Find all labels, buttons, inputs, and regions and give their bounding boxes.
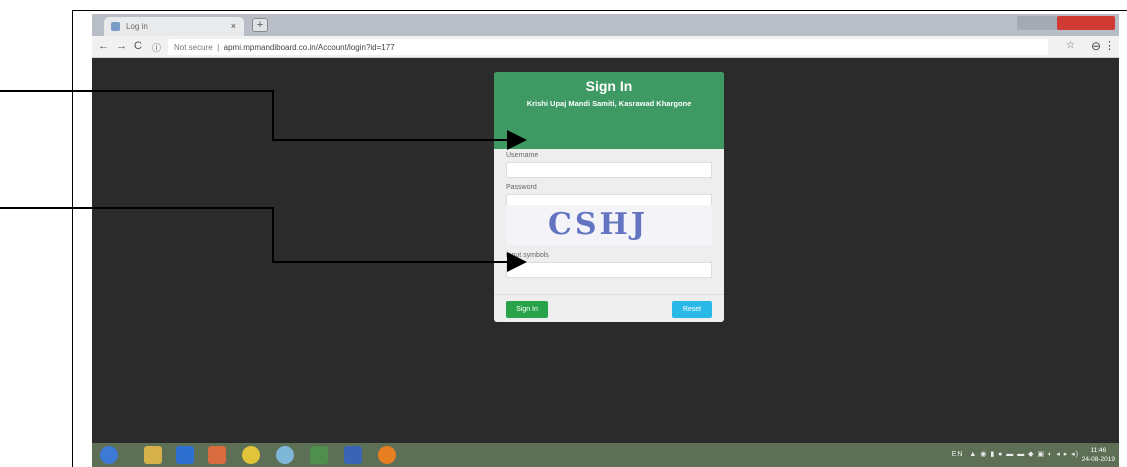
bookmark-star-icon[interactable]: ☆ — [1066, 40, 1075, 51]
start-icon[interactable] — [100, 446, 118, 464]
captcha-input[interactable] — [506, 262, 712, 278]
window-controls[interactable] — [1017, 16, 1057, 30]
clock[interactable]: 11:46 24-08-2019 — [1082, 446, 1115, 464]
browser-tab[interactable]: Log in × — [104, 17, 244, 36]
page-content: Sign In Krishi Upaj Mandi Samiti, Kasraw… — [92, 58, 1119, 443]
favicon-icon — [111, 22, 120, 31]
url-field[interactable]: Not secure | apmi.mpmandiboard.co.in/Acc… — [168, 39, 1048, 55]
captcha-label: input symbols — [506, 252, 549, 259]
language-indicator: EN — [951, 451, 964, 458]
address-bar-row: ← → C ⓘ Not secure | apmi.mpmandiboard.c… — [92, 36, 1119, 58]
chrome-icon[interactable] — [242, 446, 260, 464]
url-text: apmi.mpmandiboard.co.in/Account/login?id… — [223, 43, 395, 52]
login-subtitle: Krishi Upaj Mandi Samiti, Kasrawad Kharg… — [526, 99, 692, 108]
tab-title: Log in — [126, 22, 148, 31]
back-icon[interactable]: ← — [98, 40, 109, 52]
figure-border-left — [72, 10, 73, 467]
media-icon[interactable] — [276, 446, 294, 464]
tab-close-icon[interactable]: × — [231, 21, 236, 31]
captcha-image: CSHJ — [506, 205, 712, 245]
system-tray[interactable]: EN ▲ ◉ ▮ ● ▬ ▬ ◆ ▣ ◐ ◂ ▸ ◂) — [952, 450, 1079, 458]
figure-border-top — [72, 10, 1127, 11]
clock-date: 24-08-2019 — [1081, 456, 1115, 463]
tab-bar: Log in × + — [92, 14, 1119, 36]
security-label: Not secure — [174, 43, 213, 52]
username-label: Username — [506, 152, 539, 159]
firefox-icon[interactable] — [378, 446, 396, 464]
sign-in-button[interactable]: Sign In — [506, 301, 548, 318]
figure: Log in × + ← → C ⓘ Not secure | apmi.mpm… — [0, 0, 1127, 467]
word-icon[interactable] — [344, 446, 362, 464]
taskbar: EN ▲ ◉ ▮ ● ▬ ▬ ◆ ▣ ◐ ◂ ▸ ◂) 11:46 24-08-… — [92, 443, 1119, 467]
captcha-text: CSHJ — [548, 207, 649, 242]
forward-icon[interactable]: → — [116, 40, 127, 52]
info-icon[interactable]: ⓘ — [152, 41, 161, 54]
browser-screenshot: Log in × + ← → C ⓘ Not secure | apmi.mpm… — [92, 14, 1119, 467]
username-input[interactable] — [506, 162, 712, 178]
login-title: Sign In — [585, 78, 633, 94]
menu-icon[interactable]: ⋮ — [1104, 39, 1115, 52]
window-close-button[interactable] — [1057, 16, 1115, 30]
password-label: Password — [506, 184, 537, 191]
reload-icon[interactable]: C — [134, 40, 142, 52]
excel-icon[interactable] — [310, 446, 328, 464]
file-explorer-icon[interactable] — [144, 446, 162, 464]
internet-explorer-icon[interactable] — [176, 446, 194, 464]
reset-button[interactable]: Reset — [672, 301, 712, 318]
login-card: Sign In Krishi Upaj Mandi Samiti, Kasraw… — [494, 72, 724, 322]
app-icon[interactable] — [208, 446, 226, 464]
clock-time: 11:46 — [1090, 447, 1107, 454]
account-icon[interactable]: ⊖ — [1091, 39, 1101, 53]
new-tab-button[interactable]: + — [252, 18, 268, 32]
login-header: Sign In Krishi Upaj Mandi Samiti, Kasraw… — [494, 72, 724, 149]
